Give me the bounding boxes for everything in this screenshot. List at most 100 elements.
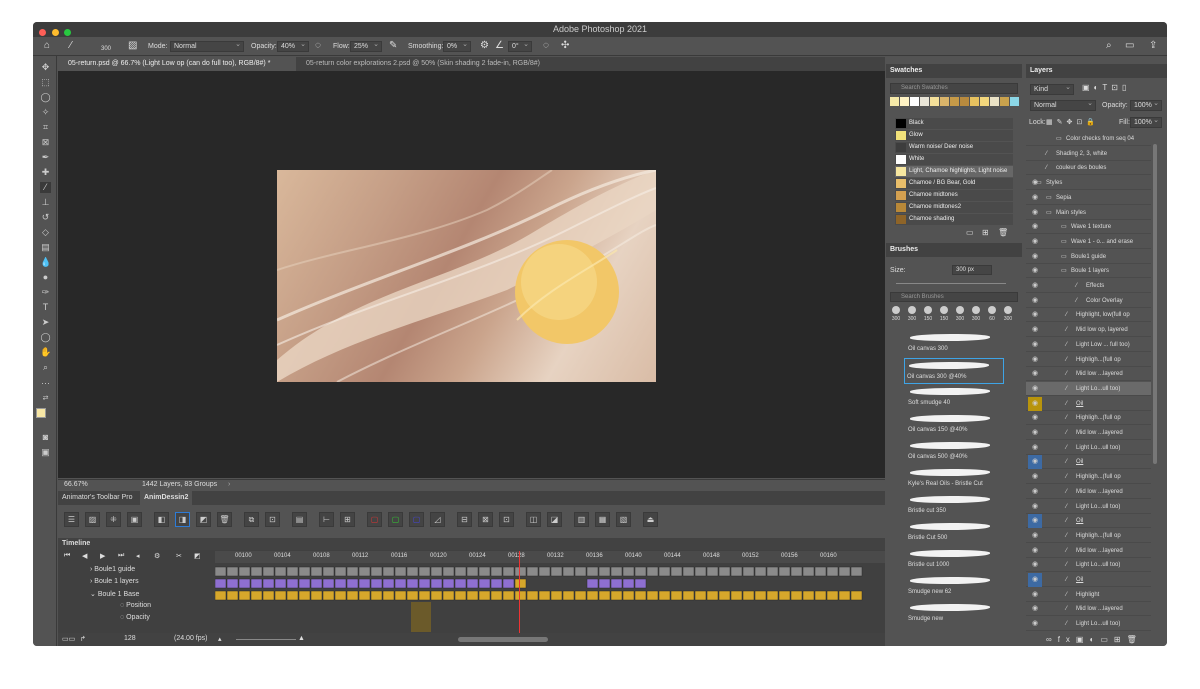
- flow-field[interactable]: 25%: [350, 40, 382, 52]
- visibility-eye-icon[interactable]: ◉: [1028, 588, 1042, 602]
- layer-clip[interactable]: [238, 578, 251, 589]
- layer-name[interactable]: Highlight: [1076, 588, 1099, 602]
- layer-name[interactable]: Mid low ...layered: [1076, 602, 1123, 616]
- anim-button-6[interactable]: ◨: [175, 512, 190, 527]
- layer-name[interactable]: Mid low ...layered: [1076, 367, 1123, 381]
- color-swatch[interactable]: [890, 97, 899, 106]
- base-clip[interactable]: [814, 590, 827, 601]
- layer-row[interactable]: ◉ ⁄ Oil: [1026, 573, 1151, 587]
- visibility-eye-icon[interactable]: ◉: [1028, 323, 1042, 337]
- base-clip[interactable]: [574, 590, 587, 601]
- swatch-item[interactable]: Chamoe shading: [895, 214, 1013, 225]
- layer-clip[interactable]: [322, 578, 335, 589]
- brush-preset[interactable]: 60: [985, 305, 999, 327]
- airbrush-icon[interactable]: ✎: [389, 41, 397, 51]
- layer-row[interactable]: ◉ ⁄ Highligh...(full op: [1026, 528, 1151, 543]
- layer-row[interactable]: ◉ ⁄ Light Low ... full too): [1026, 337, 1151, 352]
- tab-animdessin2[interactable]: AnimDessin2: [140, 491, 193, 505]
- audio-icon[interactable]: ◂: [136, 552, 140, 560]
- base-clip[interactable]: [598, 590, 611, 601]
- visibility-eye-icon[interactable]: ◉: [1028, 455, 1042, 470]
- guide-clip[interactable]: [574, 566, 587, 577]
- anim-button-1[interactable]: ☰: [64, 512, 79, 527]
- anim-button-26[interactable]: ⏏: [643, 512, 658, 527]
- current-frame[interactable]: 128: [124, 635, 136, 642]
- layer-name[interactable]: Sepia: [1056, 191, 1071, 205]
- base-clip[interactable]: [622, 590, 635, 601]
- base-clip[interactable]: [706, 590, 719, 601]
- layer-actions[interactable]: ∞fx▣◐▭⊞🗑: [1046, 635, 1143, 644]
- layer-name[interactable]: Oil: [1076, 573, 1083, 587]
- layer-name[interactable]: Main styles: [1056, 206, 1086, 220]
- layer-name[interactable]: Light Lo...ull too): [1076, 500, 1120, 514]
- base-clip[interactable]: [778, 590, 791, 601]
- brush-preset[interactable]: 300: [969, 305, 983, 327]
- foreground-color-swatch[interactable]: [36, 408, 46, 418]
- visibility-eye-icon[interactable]: ◉: [1028, 264, 1042, 278]
- guide-clip[interactable]: [286, 566, 299, 577]
- layer-name[interactable]: Color Overlay: [1086, 294, 1123, 308]
- guide-clip[interactable]: [346, 566, 359, 577]
- anim-button-20[interactable]: ⊡: [499, 512, 514, 527]
- base-clip[interactable]: [562, 590, 575, 601]
- base-clip[interactable]: [790, 590, 803, 601]
- layer-clip[interactable]: [610, 578, 623, 589]
- layer-row[interactable]: ◉ ⁄ Highlight: [1026, 587, 1151, 602]
- visibility-eye-icon[interactable]: ◉: [1028, 529, 1042, 543]
- frame-tool-icon[interactable]: ⊠: [40, 137, 51, 148]
- guide-clip[interactable]: [706, 566, 719, 577]
- base-clip[interactable]: [502, 590, 515, 601]
- layer-row[interactable]: ◉ ⁄ Color Overlay: [1026, 293, 1151, 308]
- layer-row[interactable]: ◉ ⁄ Oil: [1026, 396, 1151, 411]
- base-clip[interactable]: [658, 590, 671, 601]
- base-clip[interactable]: [226, 590, 239, 601]
- guide-clip[interactable]: [526, 566, 539, 577]
- visibility-eye-icon[interactable]: ◉: [1028, 602, 1042, 616]
- anim-button-21[interactable]: ◫: [526, 512, 541, 527]
- guide-clip[interactable]: [550, 566, 563, 577]
- anim-button-19[interactable]: ⊠: [478, 512, 493, 527]
- zoom-in-icon[interactable]: ▲: [298, 635, 305, 642]
- guide-clip[interactable]: [742, 566, 755, 577]
- color-swatch[interactable]: [990, 97, 999, 106]
- layer-row[interactable]: ◉ ▭ Wave 1 texture: [1026, 220, 1151, 235]
- anim-button-22[interactable]: ◪: [547, 512, 562, 527]
- anim-button-9[interactable]: ⧉: [244, 512, 259, 527]
- base-clip[interactable]: [346, 590, 359, 601]
- guide-clip[interactable]: [502, 566, 515, 577]
- color-swatch[interactable]: [1010, 97, 1019, 106]
- layer-name[interactable]: Oil: [1076, 514, 1083, 528]
- smoothing-field[interactable]: 0%: [443, 40, 471, 52]
- base-clip[interactable]: [646, 590, 659, 601]
- guide-clip[interactable]: [382, 566, 395, 577]
- visibility-eye-icon[interactable]: [1028, 132, 1042, 146]
- guide-clip[interactable]: [730, 566, 743, 577]
- layer-row[interactable]: ◉ ⁄ Highlight, low(full op: [1026, 308, 1151, 323]
- visibility-eye-icon[interactable]: ◉: [1028, 235, 1042, 249]
- layer-clip[interactable]: [382, 578, 395, 589]
- layer-name[interactable]: Light Lo...ull too): [1076, 558, 1120, 572]
- base-clip[interactable]: [478, 590, 491, 601]
- gradient-tool-icon[interactable]: ▤: [40, 242, 51, 253]
- base-clip[interactable]: [514, 590, 527, 601]
- guide-clip[interactable]: [430, 566, 443, 577]
- layer-row[interactable]: ◉ ⁄ Light Lo...ull too): [1026, 617, 1151, 632]
- color-swatch[interactable]: [960, 97, 969, 106]
- color-swatch[interactable]: [980, 97, 989, 106]
- shape-tool-icon[interactable]: ◯: [40, 332, 51, 343]
- anim-button-13[interactable]: ⊞: [340, 512, 355, 527]
- brushes-search-input[interactable]: Search Brushes: [890, 292, 1018, 302]
- base-clip[interactable]: [694, 590, 707, 601]
- prev-frame-icon[interactable]: ◀︎: [82, 552, 87, 560]
- layer-row[interactable]: ◉ ⁄ Mid low ...layered: [1026, 543, 1151, 558]
- brush-preset[interactable]: 300: [889, 305, 903, 327]
- visibility-eye-icon[interactable]: ◉: [1028, 220, 1042, 234]
- layers-scrollbar[interactable]: [1153, 144, 1157, 464]
- layer-clip[interactable]: [478, 578, 491, 589]
- layer-row[interactable]: ⁄ Shading 2, 3, white: [1026, 146, 1151, 161]
- layer-clip[interactable]: [454, 578, 467, 589]
- swap-colors-icon[interactable]: ⇄: [40, 393, 51, 404]
- layer-row[interactable]: ◉ ▭ Styles: [1026, 176, 1151, 191]
- brush-item[interactable]: Bristle cut 1000: [906, 547, 1006, 573]
- layer-name[interactable]: Light Low ... full too): [1076, 338, 1130, 352]
